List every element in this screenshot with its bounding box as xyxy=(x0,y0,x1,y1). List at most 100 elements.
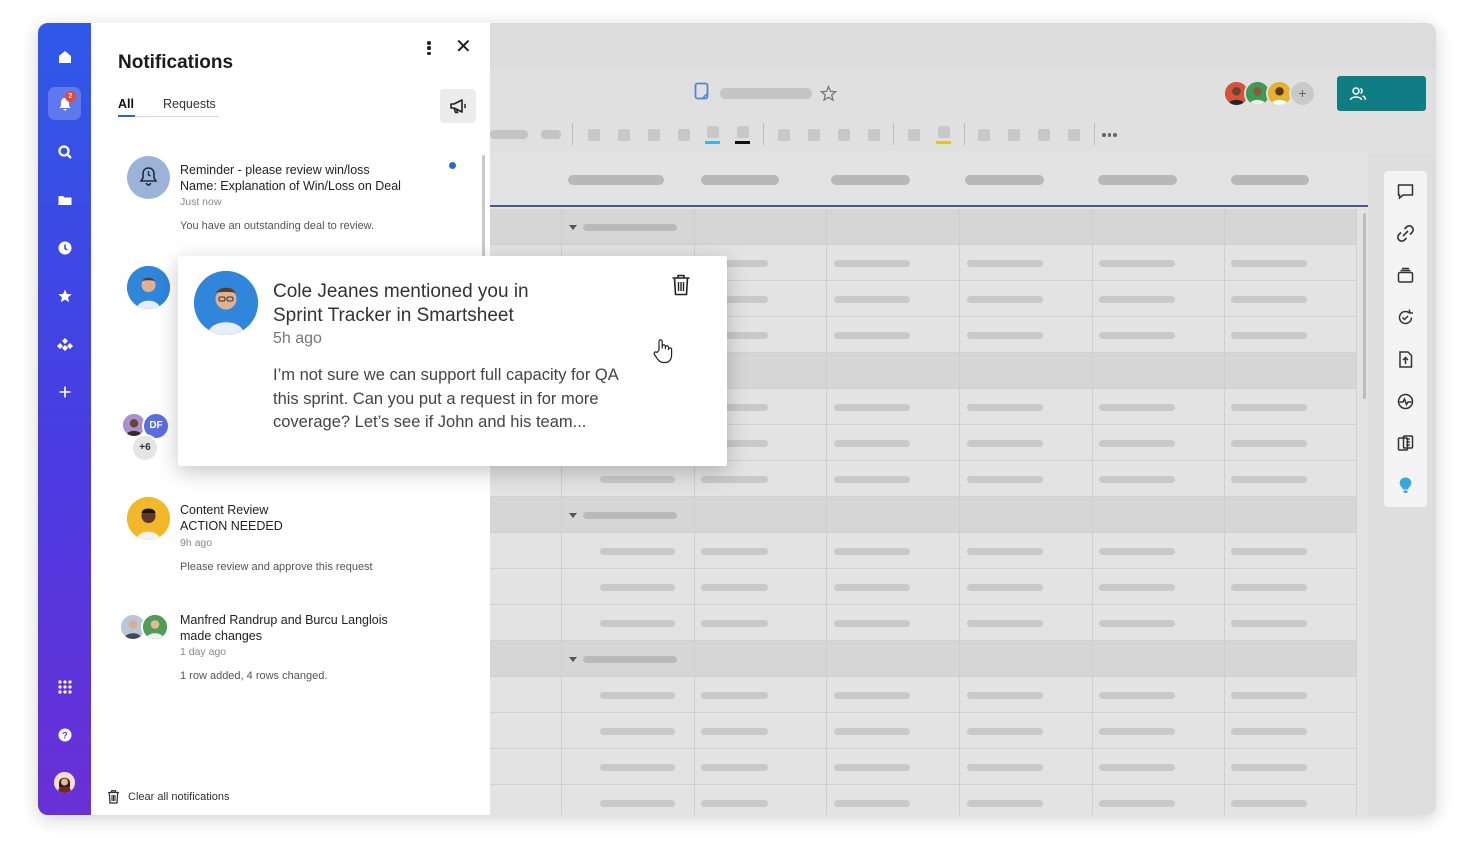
toolbar-button[interactable] xyxy=(908,129,920,141)
grid-row[interactable] xyxy=(490,713,1357,749)
tab-all[interactable]: All xyxy=(118,97,134,111)
toolbar-button[interactable] xyxy=(618,129,630,141)
toolbar-button[interactable] xyxy=(678,129,690,141)
toolbar-separator xyxy=(1094,123,1095,145)
mention-notification-card[interactable]: Cole Jeanes mentioned you in Sprint Trac… xyxy=(178,256,727,466)
proofs-icon[interactable] xyxy=(1396,266,1415,285)
grid-row[interactable] xyxy=(490,533,1357,569)
panel-scrollbar[interactable] xyxy=(482,155,485,257)
activity-log-icon[interactable] xyxy=(1396,308,1415,327)
person-icon xyxy=(127,497,170,540)
highlight-color-indicator xyxy=(936,141,951,144)
launcher-button[interactable] xyxy=(48,670,81,703)
help-icon: ? xyxy=(58,728,71,741)
toolbar-button[interactable] xyxy=(1068,129,1080,141)
notification-time: 1 day ago xyxy=(180,646,227,658)
tab-requests[interactable]: Requests xyxy=(163,97,216,111)
grid-row[interactable] xyxy=(490,605,1357,641)
browse-button[interactable] xyxy=(48,183,81,216)
grid-group-row[interactable] xyxy=(490,497,1357,533)
toolbar-separator xyxy=(964,123,965,145)
popup-message-line: coverage? Let’s see if John and his team… xyxy=(273,413,587,431)
cell-placeholder xyxy=(1231,296,1307,303)
toolbar-button[interactable] xyxy=(978,129,990,141)
popup-title-line: Cole Jeanes mentioned you in xyxy=(273,281,529,302)
grid-row[interactable] xyxy=(490,677,1357,713)
collapse-caret-icon[interactable] xyxy=(569,225,577,230)
announcements-button[interactable] xyxy=(440,89,476,123)
grid-scrollbar[interactable] xyxy=(1363,213,1366,399)
cell-placeholder xyxy=(701,620,768,627)
grid-row[interactable] xyxy=(490,785,1357,815)
cell-placeholder xyxy=(583,512,677,519)
toolbar-button[interactable] xyxy=(1038,129,1050,141)
ideas-icon[interactable] xyxy=(1396,476,1415,495)
grid-row[interactable] xyxy=(490,749,1357,785)
home-button[interactable] xyxy=(48,40,81,73)
cell-placeholder xyxy=(1231,440,1307,447)
toolbar-button[interactable] xyxy=(648,129,660,141)
cell-placeholder xyxy=(834,800,910,807)
notification-body: 1 row added, 4 rows changed. xyxy=(180,670,328,682)
publish-icon[interactable] xyxy=(1396,350,1415,369)
grid-group-row[interactable] xyxy=(490,641,1357,677)
collapse-caret-icon[interactable] xyxy=(569,657,577,662)
recents-button[interactable] xyxy=(48,231,81,264)
panel-title: Notifications xyxy=(118,52,234,73)
grid-row[interactable] xyxy=(490,461,1357,497)
column-header[interactable] xyxy=(1231,175,1309,185)
toolbar-more-icon[interactable] xyxy=(1102,129,1120,141)
column-header[interactable] xyxy=(568,175,664,185)
more-options-icon[interactable] xyxy=(421,39,437,57)
cell-placeholder xyxy=(600,476,675,483)
toolbar-button[interactable] xyxy=(938,126,950,138)
delete-notification-icon[interactable] xyxy=(670,273,692,297)
help-button[interactable]: ? xyxy=(48,718,81,751)
column-header[interactable] xyxy=(701,175,779,185)
forms-icon[interactable] xyxy=(1396,434,1415,453)
collapse-caret-icon[interactable] xyxy=(569,513,577,518)
grid-row[interactable] xyxy=(490,569,1357,605)
clear-all-button[interactable]: Clear all notifications xyxy=(106,789,230,804)
column-header[interactable] xyxy=(831,175,910,185)
search-button[interactable] xyxy=(48,135,81,168)
notifications-button[interactable]: 2 xyxy=(48,87,81,120)
cell-placeholder xyxy=(967,440,1043,447)
favorite-star-icon[interactable] xyxy=(820,85,837,102)
grid-group-row[interactable] xyxy=(490,209,1357,245)
toolbar-button[interactable] xyxy=(588,129,600,141)
toolbar-button[interactable] xyxy=(1008,129,1020,141)
cell-placeholder xyxy=(967,476,1043,483)
account-avatar[interactable] xyxy=(54,772,75,793)
toolbar-button[interactable] xyxy=(737,126,749,138)
favorites-button[interactable] xyxy=(48,279,81,312)
cole-jeanes-avatar xyxy=(127,266,170,309)
sheet-grid xyxy=(490,153,1368,815)
toolbar-button[interactable] xyxy=(707,126,719,138)
summary-icon[interactable] xyxy=(1396,392,1415,411)
fill-color-indicator xyxy=(735,141,750,144)
create-button[interactable] xyxy=(48,375,81,408)
add-collaborator-button[interactable]: + xyxy=(1289,80,1316,107)
cell-placeholder xyxy=(1231,620,1307,627)
column-header[interactable] xyxy=(965,175,1044,185)
comments-icon[interactable] xyxy=(1396,182,1415,201)
cell-placeholder xyxy=(600,584,675,591)
toolbar-separator xyxy=(572,123,573,145)
toolbar-button[interactable] xyxy=(838,129,850,141)
group-more-count: +6 xyxy=(131,434,159,462)
notification-time: Just now xyxy=(180,196,222,208)
burcu-avatar xyxy=(141,613,169,641)
attachments-icon[interactable] xyxy=(1396,224,1415,243)
column-header[interactable] xyxy=(1098,175,1177,185)
cell-placeholder xyxy=(967,584,1043,591)
solutions-button[interactable] xyxy=(48,327,81,360)
close-icon[interactable]: ✕ xyxy=(455,37,472,57)
toolbar-button[interactable] xyxy=(808,129,820,141)
toolbar-button[interactable] xyxy=(868,129,880,141)
toolbar-button[interactable] xyxy=(778,129,790,141)
notification-subtitle: made changes xyxy=(180,629,263,643)
toolbar-separator xyxy=(763,123,764,145)
popup-message-line: I’m not sure we can support full capacit… xyxy=(273,366,619,384)
share-button[interactable] xyxy=(1337,76,1426,111)
